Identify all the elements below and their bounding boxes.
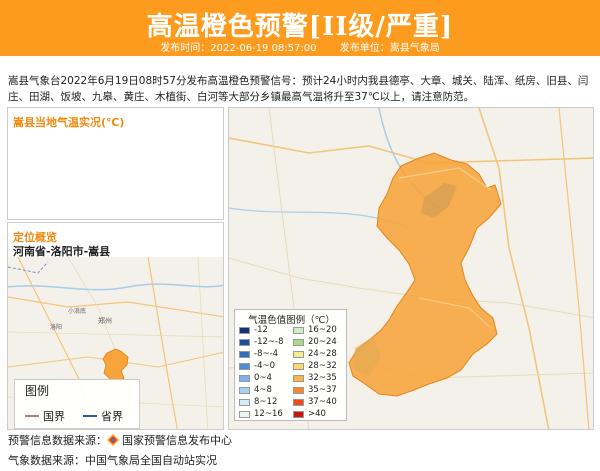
temp-legend-item: 24~28: [293, 349, 337, 359]
temp-legend-item: 12~16: [239, 409, 283, 419]
map-legend: 图例 国界 省界: [14, 379, 140, 429]
temp-legend-label: 35~37: [308, 385, 337, 395]
temp-legend-swatch: [239, 362, 250, 370]
temp-legend-swatch: [293, 338, 304, 346]
temp-legend-swatch: [293, 350, 304, 358]
temperature-legend-title: 气温色值图例（℃）: [248, 315, 335, 326]
temp-legend-swatch: [239, 350, 250, 358]
temp-legend-item: 4~8: [239, 385, 272, 395]
temp-legend-item: 35~37: [293, 385, 337, 395]
warning-title: 高温橙色预警[II级/严重]: [146, 12, 454, 42]
temp-legend-item: 37~40: [293, 397, 337, 407]
legend-item-province-border: 省界: [83, 408, 123, 424]
temp-legend-swatch: [293, 398, 304, 406]
temp-legend-label: 20~24: [308, 337, 337, 347]
province-border-label: 省界: [101, 410, 123, 423]
warning-source-link[interactable]: 国家预警信息发布中心: [122, 432, 232, 448]
temp-legend-swatch: [293, 374, 304, 382]
temp-legend-label: 32~35: [308, 373, 337, 383]
map-label-xiaolangdi: 小浪底: [68, 307, 86, 315]
temp-legend-label: 12~16: [254, 409, 283, 419]
location-panel: 定位概览 河南省-洛阳市-嵩县 郑州 小浪底 洛阳 图例 国界 省界: [7, 222, 224, 430]
map-legend-title: 图例: [25, 384, 50, 398]
weather-source-line: 气象数据来源：中国气象局全国自动站实况: [8, 452, 217, 468]
temp-legend-label: -4~0: [254, 361, 276, 371]
legend-item-national-border: 国界: [25, 408, 65, 424]
map-label-zhengzhou: 郑州: [98, 317, 112, 325]
warning-center-logo-icon: [107, 434, 119, 446]
temp-legend-label: 0~4: [254, 373, 272, 383]
publish-info: 发布时间：2022-06-19 08:57:00 发布单位：嵩县气象局: [0, 39, 600, 54]
temp-legend-swatch: [239, 338, 250, 346]
publish-time: 发布时间：2022-06-19 08:57:00: [160, 43, 317, 54]
temp-legend-label: -8~-4: [254, 349, 279, 359]
warning-source-line: 预警信息数据来源： 国家预警信息发布中心: [8, 432, 232, 448]
warning-content: 嵩县气象台2022年6月19日08时57分发布高温橙色预警信号：预计24小时内我…: [8, 75, 589, 103]
temp-legend-item: -8~-4: [239, 349, 278, 359]
temp-legend-swatch: [239, 386, 250, 394]
temperature-panel-title: 嵩县当地气温实况(℃): [13, 116, 125, 129]
temp-legend-swatch: [293, 386, 304, 394]
temp-legend-label: 8~12: [254, 397, 278, 407]
temp-legend-item: 16~20: [293, 325, 337, 335]
temp-legend-swatch: [239, 326, 250, 334]
temp-legend-item: 20~24: [293, 337, 337, 347]
warning-header: 高温橙色预警[II级/严重] 发布时间：2022-06-19 08:57:00 …: [0, 0, 600, 56]
temp-legend-label: 37~40: [308, 397, 337, 407]
temp-legend-item: 28~32: [293, 361, 337, 371]
warning-source-label: 预警信息数据来源：: [8, 434, 107, 447]
main-map-panel: 气温色值图例（℃） -12 -12~-8 -8~-4 -4~0 0~4 4~8 8~12 12…: [228, 107, 594, 430]
weather-source: 气象数据来源：中国气象局全国自动站实况: [8, 454, 217, 467]
temp-legend-item: 0~4: [239, 373, 272, 383]
temperature-color-legend: 气温色值图例（℃） -12 -12~-8 -8~-4 -4~0 0~4 4~8 8~12 12…: [234, 309, 347, 421]
temp-legend-item: 8~12: [239, 397, 277, 407]
temp-legend-item: -12~-8: [239, 337, 283, 347]
map-label-luoyang: 洛阳: [50, 323, 62, 331]
temp-legend-swatch: [239, 398, 250, 406]
temp-legend-item: -12: [239, 325, 268, 335]
temp-legend-item: -4~0: [239, 361, 275, 371]
national-border-label: 国界: [43, 410, 65, 423]
temp-legend-swatch: [293, 410, 304, 418]
publish-unit: 发布单位：嵩县气象局: [339, 43, 440, 54]
temp-legend-label: 24~28: [308, 349, 337, 359]
temp-legend-item: 32~35: [293, 373, 337, 383]
temp-legend-swatch: [293, 362, 304, 370]
national-border-swatch: [25, 415, 39, 417]
temp-legend-label: -12~-8: [254, 337, 284, 347]
temp-legend-label: 4~8: [254, 385, 272, 395]
temp-legend-swatch: [239, 374, 250, 382]
temp-legend-swatch: [293, 326, 304, 334]
temp-legend-label: 16~20: [308, 325, 337, 335]
temp-legend-label: >40: [308, 409, 326, 419]
temp-legend-label: -12: [254, 325, 268, 335]
temperature-panel: 嵩县当地气温实况(℃): [7, 107, 224, 220]
temp-legend-swatch: [239, 410, 250, 418]
temp-legend-label: 28~32: [308, 361, 337, 371]
province-border-swatch: [83, 415, 97, 417]
temp-legend-item: >40: [293, 409, 326, 419]
